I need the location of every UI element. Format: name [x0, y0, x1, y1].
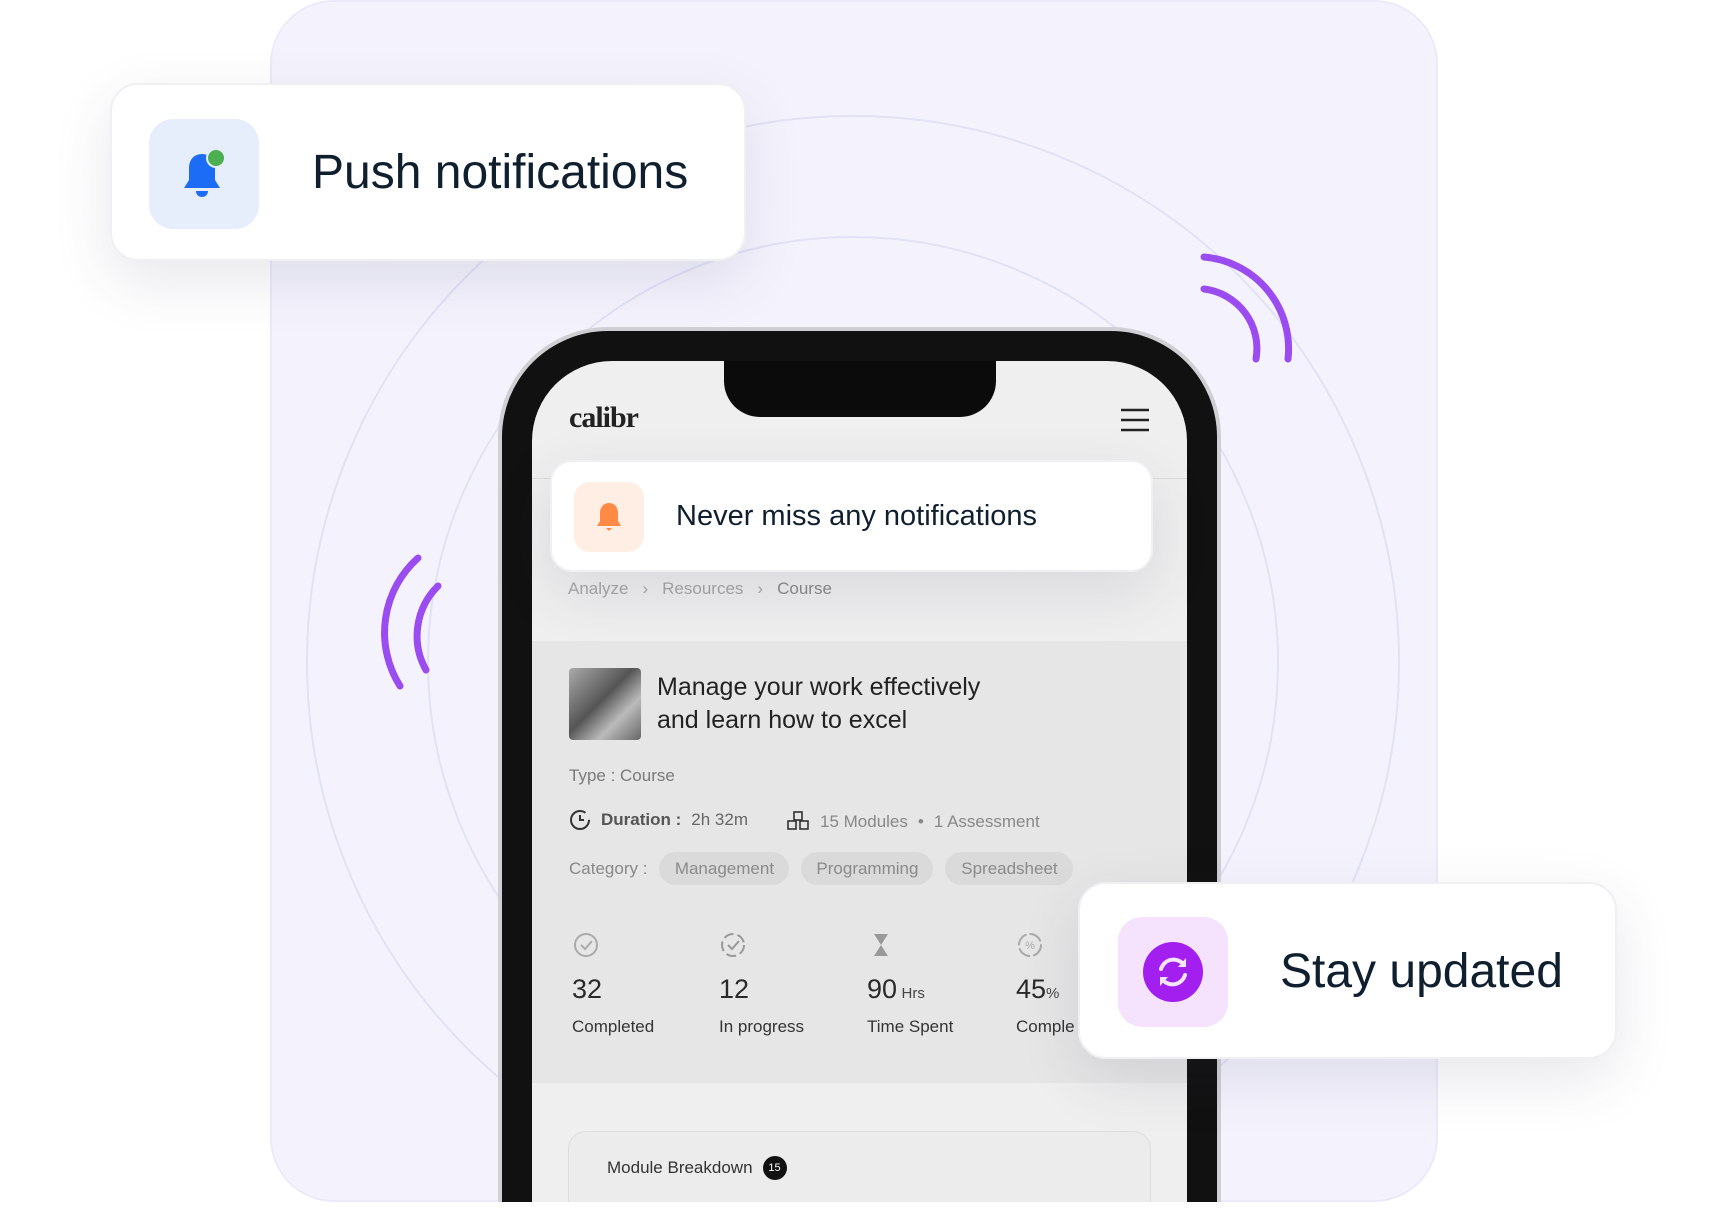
phone-notch	[724, 361, 996, 417]
stat-unit: %	[1046, 985, 1060, 1002]
category-chip[interactable]: Programming	[801, 852, 934, 885]
breadcrumb: Analyze › Resources › Course	[568, 579, 832, 599]
bell-icon	[597, 503, 621, 531]
separator-dot: •	[917, 812, 924, 831]
hourglass-icon	[874, 934, 888, 956]
duration-label: Duration :	[601, 810, 682, 829]
cubes-icon	[787, 811, 809, 830]
category-chip[interactable]: Spreadsheet	[945, 852, 1074, 885]
svg-text:%: %	[1025, 940, 1035, 952]
duration-value: 2h 32m	[691, 810, 748, 829]
module-breakdown-title: Module Breakdown	[607, 1158, 753, 1177]
duration: Duration : 2h 32m	[569, 809, 748, 831]
hamburger-icon[interactable]	[1120, 408, 1150, 432]
stat-value: 12	[719, 974, 750, 1004]
clock-icon	[570, 810, 590, 830]
dashed-check-circle-icon	[721, 933, 745, 957]
chevron-right-icon: ›	[757, 579, 764, 598]
categories: Category : Management Programming Spread…	[569, 852, 1074, 885]
course-type: Type : Course	[569, 766, 675, 785]
bell-icon	[184, 148, 226, 197]
stat-label: Comple	[1016, 1017, 1075, 1036]
stat-label: Completed	[572, 1017, 655, 1036]
course-title: Manage your work effectively and learn h…	[657, 671, 980, 737]
course-title-line: and learn how to excel	[657, 706, 908, 734]
chevron-right-icon: ›	[642, 579, 649, 598]
stat-label: Time Spent	[867, 1017, 954, 1036]
phone-mockup: calibr Analyze › Resources › Course Manage…	[498, 327, 1221, 1202]
stat-completed: 32 Completed	[572, 931, 654, 1037]
count-badge: 15	[762, 1156, 787, 1180]
stat-completion: % 45% Comple	[1016, 931, 1075, 1037]
toast-icon-box	[574, 482, 644, 552]
breadcrumb-item[interactable]: Analyze	[568, 579, 628, 599]
signal-waves-icon	[381, 554, 442, 690]
modules-info: 15 Modules • 1 Assessment	[786, 811, 1040, 833]
stat-value: 32	[572, 974, 603, 1004]
module-breakdown-card: Module Breakdown 15	[568, 1131, 1151, 1202]
category-label: Category :	[569, 858, 648, 878]
push-icon-box	[149, 119, 259, 229]
notification-toast[interactable]: Never miss any notifications	[550, 460, 1153, 572]
stat-unit: Hrs	[901, 985, 925, 1002]
check-circle-icon	[574, 933, 598, 957]
signal-waves-icon	[1200, 253, 1293, 363]
category-chip[interactable]: Management	[659, 852, 790, 885]
stat-value: 90	[867, 974, 898, 1004]
stat-value: 45	[1016, 974, 1047, 1004]
refresh-icon	[1143, 942, 1203, 1002]
toast-text: Never miss any notifications	[676, 500, 1038, 532]
stat-label: In progress	[719, 1017, 805, 1036]
percent-circle-icon: %	[1018, 933, 1042, 957]
course-title-line: Manage your work effectively	[657, 673, 981, 701]
push-notifications-card: Push notifications	[110, 83, 746, 261]
push-card-title: Push notifications	[312, 146, 689, 199]
modules-count: 15 Modules	[820, 812, 908, 831]
breadcrumb-item[interactable]: Course	[777, 579, 832, 599]
stay-card-title: Stay updated	[1280, 945, 1563, 998]
breadcrumb-item[interactable]: Resources	[662, 579, 743, 599]
assessment-count: 1 Assessment	[933, 812, 1040, 831]
stat-in-progress: 12 In progress	[719, 931, 804, 1037]
app-logo: calibr	[569, 401, 639, 434]
stay-updated-card: Stay updated	[1078, 882, 1617, 1059]
course-thumbnail	[569, 668, 641, 740]
bottom-fade	[498, 1202, 1221, 1232]
stat-time-spent: 90 Hrs Time Spent	[867, 931, 953, 1037]
stay-icon-box	[1118, 917, 1228, 1027]
